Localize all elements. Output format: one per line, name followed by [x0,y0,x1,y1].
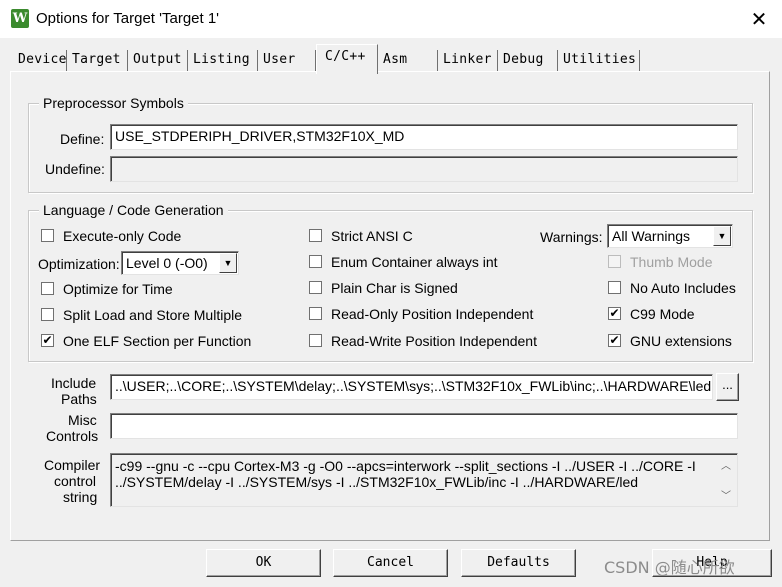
strict-ansi-label: Strict ANSI C [331,228,413,244]
tab-utilities[interactable]: Utilities [558,50,640,72]
browse-include-button[interactable]: ... [716,373,739,401]
execute-only-label: Execute-only Code [63,228,182,244]
misc-controls-input[interactable] [110,413,738,439]
misc-label-2: Controls [46,428,99,444]
ro-pi-label: Read-Only Position Independent [331,306,534,322]
preprocessor-group-label: Preprocessor Symbols [39,95,188,111]
enum-container-label: Enum Container always int [331,254,498,270]
tab-target[interactable]: Target [67,50,128,72]
split-load-checkbox[interactable] [41,308,54,321]
plain-char-label: Plain Char is Signed [331,280,458,296]
include-label-2: Paths [61,391,97,407]
warnings-select[interactable]: All Warnings ▼ [607,224,733,248]
define-input[interactable]: USE_STDPERIPH_DRIVER,STM32F10X_MD [110,124,738,150]
chevron-down-icon[interactable]: ▼ [713,226,731,246]
ok-button[interactable]: OK [206,549,321,577]
rw-pi-checkbox[interactable] [309,334,322,347]
tab-output[interactable]: Output [128,50,188,72]
include-paths-input[interactable]: ..\USER;..\CORE;..\SYSTEM\delay;..\SYSTE… [110,374,713,400]
tab-cc[interactable]: C/C++ [316,44,378,74]
tab-asm[interactable]: Asm [378,50,438,72]
language-group-label: Language / Code Generation [39,202,228,218]
cancel-button[interactable]: Cancel [333,549,448,577]
app-icon: W [11,9,29,28]
tab-strip: Device Target Output Listing User C/C++ … [0,44,782,74]
warnings-value: All Warnings [612,228,691,244]
strict-ansi-checkbox[interactable] [309,229,322,242]
optimize-time-label: Optimize for Time [63,281,173,297]
rw-pi-label: Read-Write Position Independent [331,333,537,349]
one-elf-checkbox[interactable]: ✔ [41,334,54,347]
gnu-ext-checkbox[interactable]: ✔ [608,334,621,347]
ro-pi-checkbox[interactable] [309,307,322,320]
defaults-button[interactable]: Defaults [461,549,576,577]
scroll-up-icon[interactable]: ︿ [721,457,731,472]
title-bar: W Options for Target 'Target 1' ✕ [0,0,782,38]
one-elf-label: One ELF Section per Function [63,333,252,349]
compiler-label-2: control [54,473,97,489]
optimization-value: Level 0 (-O0) [126,255,208,271]
execute-only-checkbox[interactable] [41,229,54,242]
tab-user[interactable]: User [258,50,316,72]
chevron-down-icon[interactable]: ▼ [219,253,237,273]
no-auto-includes-checkbox[interactable] [608,281,621,294]
plain-char-checkbox[interactable] [309,281,322,294]
warnings-label: Warnings: [540,229,603,245]
split-load-label: Split Load and Store Multiple [63,307,242,323]
optimization-label: Optimization: [38,256,120,272]
thumb-mode-checkbox[interactable] [608,255,621,268]
optimize-time-checkbox[interactable] [41,282,54,295]
tab-device[interactable]: Device [13,50,67,72]
watermark: CSDN @随心所欲 [604,558,735,577]
compiler-label-3: string [63,489,98,505]
compiler-scrollbar[interactable]: ︿ ﹀ [717,455,735,505]
scroll-down-icon[interactable]: ﹀ [721,487,731,502]
undefine-label: Undefine: [45,161,105,177]
c99-mode-label: C99 Mode [630,306,695,322]
gnu-ext-label: GNU extensions [630,333,732,349]
close-icon[interactable]: ✕ [745,5,773,33]
compiler-line-1: -c99 --gnu -c --cpu Cortex-M3 -g -O0 --a… [115,458,696,474]
no-auto-includes-label: No Auto Includes [630,280,736,296]
c99-mode-checkbox[interactable]: ✔ [608,307,621,320]
thumb-mode-label: Thumb Mode [630,254,713,270]
compiler-line-2: ../SYSTEM/delay -I ../SYSTEM/sys -I ../S… [115,474,639,490]
tab-debug[interactable]: Debug [498,50,558,72]
misc-label-1: Misc [68,412,97,428]
include-label-1: Include [51,375,97,391]
tab-listing[interactable]: Listing [188,50,258,72]
compiler-control-string: -c99 --gnu -c --cpu Cortex-M3 -g -O0 --a… [110,453,738,507]
define-label: Define: [60,131,105,147]
window-title: Options for Target 'Target 1' [36,10,220,27]
optimization-select[interactable]: Level 0 (-O0) ▼ [121,251,239,275]
compiler-label-1: Compiler [44,457,101,473]
enum-container-checkbox[interactable] [309,255,322,268]
tab-linker[interactable]: Linker [438,50,498,72]
undefine-input[interactable] [110,156,738,182]
